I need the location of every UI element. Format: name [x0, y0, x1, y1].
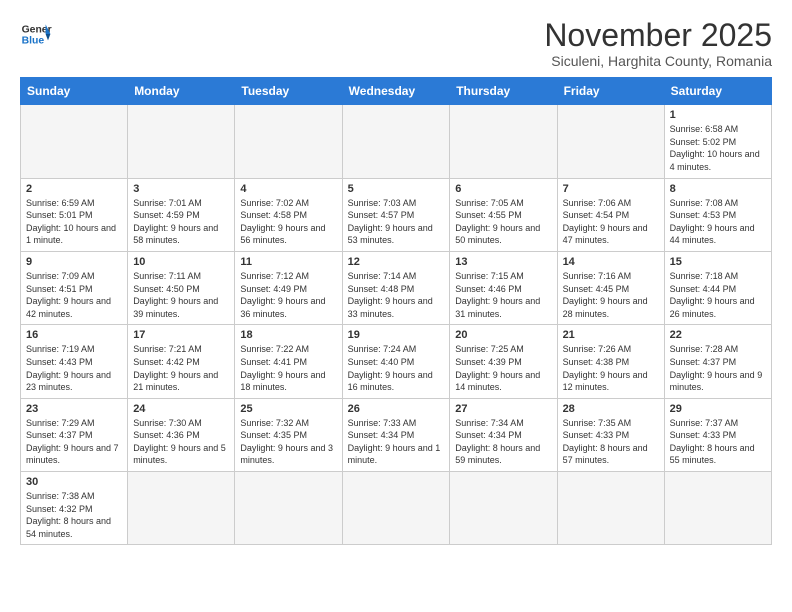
table-row	[128, 105, 235, 178]
table-row	[557, 472, 664, 545]
calendar-title: November 2025	[544, 18, 772, 53]
calendar-header-row: Sunday Monday Tuesday Wednesday Thursday…	[21, 78, 772, 105]
table-row: 9Sunrise: 7:09 AM Sunset: 4:51 PM Daylig…	[21, 251, 128, 324]
table-row	[21, 105, 128, 178]
table-row: 2Sunrise: 6:59 AM Sunset: 5:01 PM Daylig…	[21, 178, 128, 251]
table-row: 11Sunrise: 7:12 AM Sunset: 4:49 PM Dayli…	[235, 251, 342, 324]
table-row	[450, 472, 557, 545]
table-row: 19Sunrise: 7:24 AM Sunset: 4:40 PM Dayli…	[342, 325, 450, 398]
page: General Blue November 2025 Siculeni, Har…	[0, 0, 792, 555]
table-row	[664, 472, 771, 545]
col-saturday: Saturday	[664, 78, 771, 105]
table-row: 24Sunrise: 7:30 AM Sunset: 4:36 PM Dayli…	[128, 398, 235, 471]
table-row: 21Sunrise: 7:26 AM Sunset: 4:38 PM Dayli…	[557, 325, 664, 398]
table-row	[342, 472, 450, 545]
table-row: 14Sunrise: 7:16 AM Sunset: 4:45 PM Dayli…	[557, 251, 664, 324]
table-row: 5Sunrise: 7:03 AM Sunset: 4:57 PM Daylig…	[342, 178, 450, 251]
col-monday: Monday	[128, 78, 235, 105]
col-wednesday: Wednesday	[342, 78, 450, 105]
col-tuesday: Tuesday	[235, 78, 342, 105]
table-row: 27Sunrise: 7:34 AM Sunset: 4:34 PM Dayli…	[450, 398, 557, 471]
table-row: 13Sunrise: 7:15 AM Sunset: 4:46 PM Dayli…	[450, 251, 557, 324]
table-row: 28Sunrise: 7:35 AM Sunset: 4:33 PM Dayli…	[557, 398, 664, 471]
col-sunday: Sunday	[21, 78, 128, 105]
logo: General Blue	[20, 18, 52, 50]
table-row	[235, 472, 342, 545]
table-row: 22Sunrise: 7:28 AM Sunset: 4:37 PM Dayli…	[664, 325, 771, 398]
calendar-table: Sunday Monday Tuesday Wednesday Thursday…	[20, 77, 772, 545]
table-row: 23Sunrise: 7:29 AM Sunset: 4:37 PM Dayli…	[21, 398, 128, 471]
table-row: 30Sunrise: 7:38 AM Sunset: 4:32 PM Dayli…	[21, 472, 128, 545]
table-row: 16Sunrise: 7:19 AM Sunset: 4:43 PM Dayli…	[21, 325, 128, 398]
header: General Blue November 2025 Siculeni, Har…	[20, 18, 772, 69]
title-block: November 2025 Siculeni, Harghita County,…	[544, 18, 772, 69]
table-row: 18Sunrise: 7:22 AM Sunset: 4:41 PM Dayli…	[235, 325, 342, 398]
table-row: 8Sunrise: 7:08 AM Sunset: 4:53 PM Daylig…	[664, 178, 771, 251]
table-row	[342, 105, 450, 178]
table-row: 6Sunrise: 7:05 AM Sunset: 4:55 PM Daylig…	[450, 178, 557, 251]
svg-text:Blue: Blue	[22, 36, 45, 47]
table-row: 4Sunrise: 7:02 AM Sunset: 4:58 PM Daylig…	[235, 178, 342, 251]
table-row: 26Sunrise: 7:33 AM Sunset: 4:34 PM Dayli…	[342, 398, 450, 471]
table-row: 15Sunrise: 7:18 AM Sunset: 4:44 PM Dayli…	[664, 251, 771, 324]
table-row: 29Sunrise: 7:37 AM Sunset: 4:33 PM Dayli…	[664, 398, 771, 471]
table-row	[128, 472, 235, 545]
table-row	[557, 105, 664, 178]
calendar-subtitle: Siculeni, Harghita County, Romania	[544, 53, 772, 69]
table-row: 3Sunrise: 7:01 AM Sunset: 4:59 PM Daylig…	[128, 178, 235, 251]
table-row	[235, 105, 342, 178]
table-row	[450, 105, 557, 178]
table-row: 17Sunrise: 7:21 AM Sunset: 4:42 PM Dayli…	[128, 325, 235, 398]
table-row: 10Sunrise: 7:11 AM Sunset: 4:50 PM Dayli…	[128, 251, 235, 324]
table-row: 7Sunrise: 7:06 AM Sunset: 4:54 PM Daylig…	[557, 178, 664, 251]
table-row: 25Sunrise: 7:32 AM Sunset: 4:35 PM Dayli…	[235, 398, 342, 471]
logo-icon: General Blue	[20, 18, 52, 50]
col-thursday: Thursday	[450, 78, 557, 105]
table-row: 12Sunrise: 7:14 AM Sunset: 4:48 PM Dayli…	[342, 251, 450, 324]
table-row: 20Sunrise: 7:25 AM Sunset: 4:39 PM Dayli…	[450, 325, 557, 398]
col-friday: Friday	[557, 78, 664, 105]
table-row: 1Sunrise: 6:58 AM Sunset: 5:02 PM Daylig…	[664, 105, 771, 178]
